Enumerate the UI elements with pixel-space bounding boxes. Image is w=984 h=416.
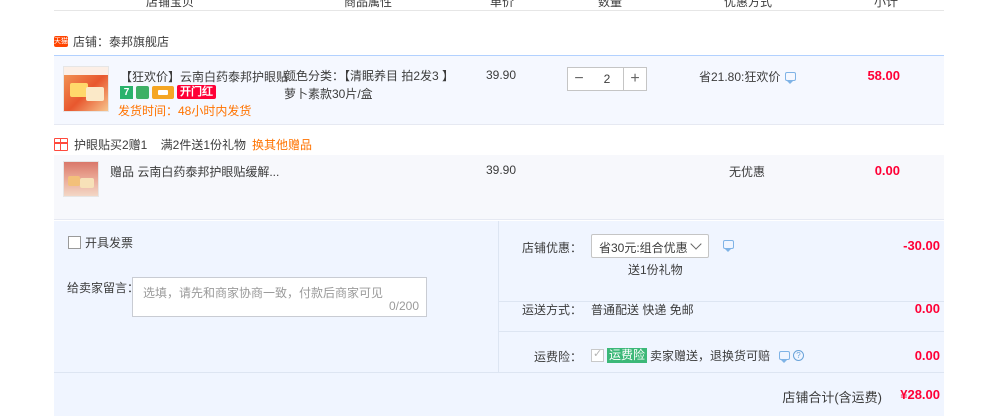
col-promo: 优惠方式 [724,0,773,9]
shop-total-value: ¥28.00 [900,387,940,402]
shop-header: 天猫 店铺：泰邦旗舰店 [54,31,169,51]
promo-tag: 开门红 [177,85,216,99]
tmall-badge-icon: 天猫 [54,35,68,47]
gift-title[interactable]: 赠品 云南白药泰邦护眼贴缓解... [110,163,279,180]
product-title[interactable]: 【狂欢价】云南白药泰邦护眼贴... [120,68,298,85]
order-options: 开具发票 给卖家留言： 选填，请先和商家协商一致，付款后商家可见 0/200 店… [54,221,944,416]
gift-subtotal: 0.00 [874,163,900,178]
shop-discount-amount: -30.00 [903,238,940,253]
col-subtotal: 小计 [874,0,899,9]
help-icon[interactable]: ? [793,350,805,361]
delivery-value: 普通配送 快递 免邮 [591,303,694,317]
shop-name[interactable]: 店铺：泰邦旗舰店 [73,33,169,50]
gift-item-row: 赠品 云南白药泰邦护眼贴缓解... 39.90 无优惠 0.00 [54,155,944,220]
insurance-tag: 运费险 [607,348,648,363]
delivery-label: 运送方式： [522,303,583,317]
seller-message-field[interactable]: 选填，请先和商家协商一致，付款后商家可见 0/200 [132,277,427,317]
insurance-label: 运费险： [534,350,583,364]
gift-promo-text: 无优惠 [729,165,766,179]
col-price: 单价 [490,0,515,9]
prop-color: 颜色分类：【清眠养目 拍2发3 】 [284,69,455,83]
header-divider [54,10,944,11]
gift-unit-price: 39.90 [486,163,517,177]
options-divider [498,221,499,372]
shop-discount-label: 店铺优惠： [522,241,583,255]
promo-text: 省21.80:狂欢价 [699,70,781,84]
gift-promo: 无优惠 [729,163,765,180]
gift-offer: 护眼贴买2赠1 满2件送1份礼物 换其他赠品 [54,136,312,153]
gift-icon [54,138,68,151]
guarantee-icon [136,85,149,99]
product-thumbnail[interactable] [63,66,109,112]
message-label: 给卖家留言： [67,281,140,295]
invoice-option[interactable]: 开具发票 [68,234,133,251]
gift-offer-text: 护眼贴买2赠1 满2件送1份礼物 [74,138,247,152]
insurance-text: 卖家赠送，退换货可赔 [650,349,771,363]
message-placeholder: 选填，请先和商家协商一致，付款后商家可见 [143,286,384,300]
seven-day-return-icon: 7 [120,85,133,99]
message-char-count: 0/200 [388,299,419,313]
product-tags: 7 开门红 [120,85,216,99]
card-payment-icon [152,85,174,99]
order-item-row: 【狂欢价】云南白药泰邦护眼贴... 7 开门红 发货时间：48小时内发货 颜色分… [54,56,944,125]
invoice-checkbox[interactable] [68,236,81,249]
qty-input[interactable]: 2 [590,67,624,91]
promo-chat-icon[interactable] [785,72,797,84]
insurance-option: 运费险 卖家赠送，退换货可赔 ? [591,347,805,364]
change-gift-link[interactable]: 换其他赠品 [252,136,312,153]
promo-method: 省21.80:狂欢价 [699,68,797,85]
chevron-down-icon [690,238,702,250]
item-subtotal: 58.00 [867,68,900,83]
shop-discount-value: 省30元:组合优惠 [599,241,688,255]
total-divider [54,372,944,373]
qty-plus-button[interactable]: + [623,67,647,91]
shop-discount-select[interactable]: 省30元:组合优惠 [591,234,709,258]
options-row-divider [499,331,944,332]
unit-price: 39.90 [486,68,517,82]
insurance-amount: 0.00 [914,348,940,363]
product-props: 颜色分类：【清眠养目 拍2发3 】 萝卜素款30片/盒 [284,67,454,103]
shop-total-label: 店铺合计(含运费) [782,390,882,405]
prop-variant: 萝卜素款30片/盒 [284,87,373,101]
quantity-stepper: − 2 + [567,67,647,91]
shop-discount-note: 送1份礼物 [628,263,683,277]
shipping-time: 发货时间：48小时内发货 [118,104,252,118]
col-item: 店铺宝贝 [146,0,195,9]
col-props: 商品属性 [344,0,393,9]
insurance-chat-icon[interactable] [779,351,791,363]
insurance-checkbox[interactable] [591,347,604,362]
invoice-label: 开具发票 [85,236,134,250]
delivery-amount: 0.00 [914,301,940,316]
gift-thumbnail[interactable] [63,161,99,197]
col-qty: 数量 [598,0,623,9]
qty-minus-button[interactable]: − [567,67,591,91]
discount-chat-icon[interactable] [723,240,734,252]
column-headers: 店铺宝贝 商品属性 单价 数量 优惠方式 小计 [54,0,944,9]
